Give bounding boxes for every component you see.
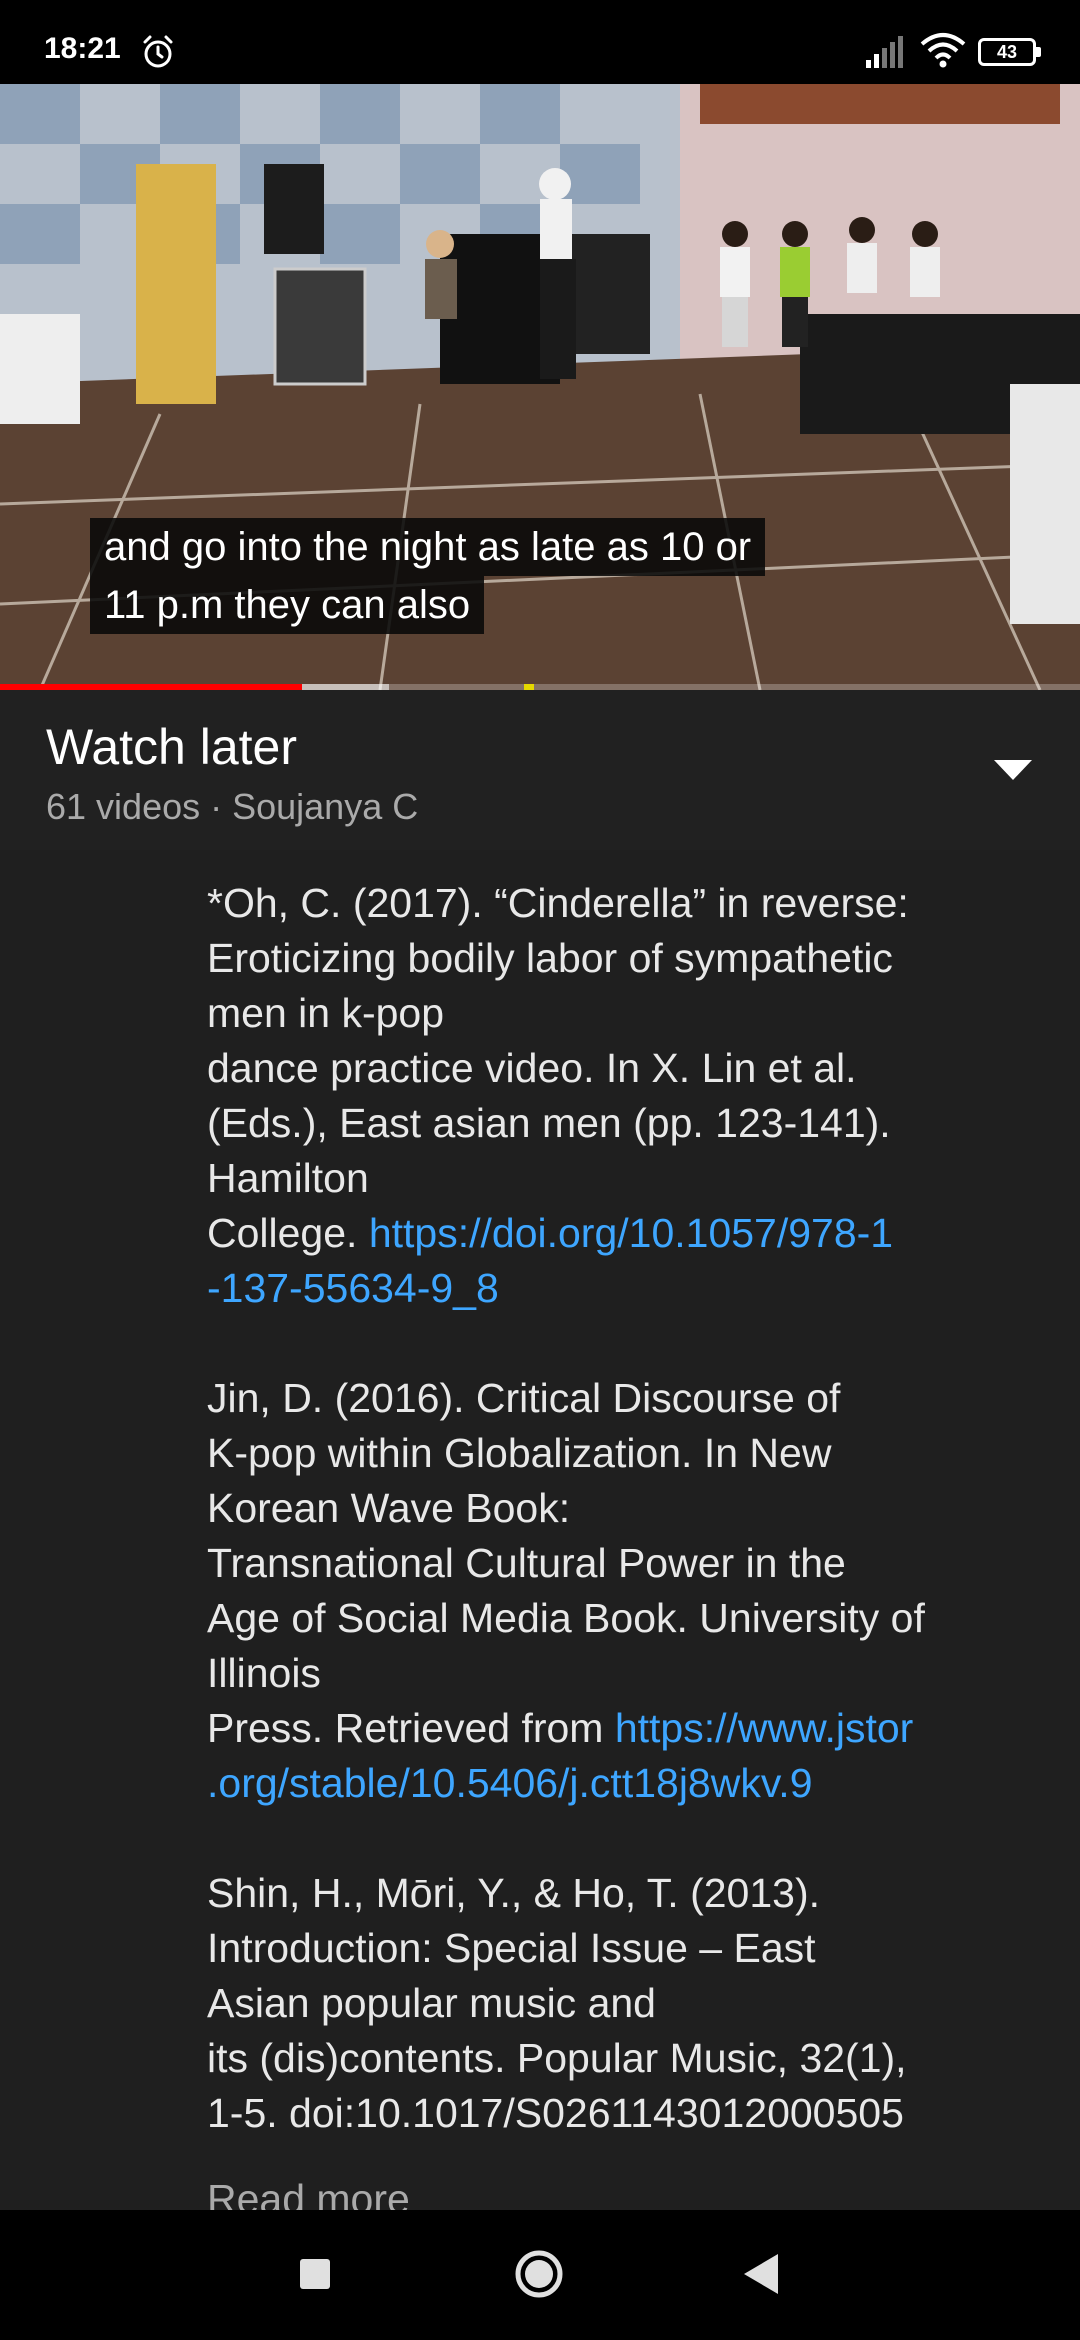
- status-time: 18:21: [44, 32, 121, 65]
- reference-line: College. https://doi.org/10.1057/978-1: [207, 1206, 1037, 1261]
- reference-line: Introduction: Special Issue – East: [207, 1925, 816, 1971]
- reference-line: Hamilton: [207, 1155, 369, 1201]
- alarm-icon: [143, 35, 173, 68]
- status-bar: 18:21 43: [0, 0, 1080, 84]
- video-player[interactable]: and go into the night as late as 10 or 1…: [0, 84, 1080, 690]
- reference-line: Press. Retrieved from https://www.jstor: [207, 1701, 1037, 1756]
- reference-line: (Eds.), East asian men (pp. 123-141).: [207, 1100, 891, 1146]
- description-fade: [0, 2150, 1080, 2210]
- reference-text: College.: [207, 1210, 369, 1256]
- battery-icon: 43: [978, 38, 1042, 66]
- doi-link[interactable]: https://doi.org/10.1057/978-1: [369, 1210, 893, 1256]
- reference-text: Press. Retrieved from: [207, 1705, 615, 1751]
- expand-playlist-icon[interactable]: [994, 760, 1032, 780]
- description-text: *Oh, C. (2017). “Cinderella” in reverse:…: [207, 876, 1037, 2196]
- reference-line: its (dis)contents. Popular Music, 32(1),: [207, 2035, 907, 2081]
- reference-line: men in k-pop: [207, 990, 445, 1036]
- playlist-header[interactable]: Watch later 61 videos · Soujanya C: [0, 690, 1080, 850]
- signal-icon: [866, 36, 903, 68]
- reference-line: Age of Social Media Book. University of: [207, 1595, 925, 1641]
- back-button[interactable]: [744, 2254, 778, 2294]
- read-more-button[interactable]: Read more: [207, 2172, 410, 2210]
- jstor-link-continued[interactable]: .org/stable/10.5406/j.ctt18j8wkv.9: [207, 1756, 1037, 1811]
- caption-line: 11 p.m they can also: [90, 576, 485, 634]
- recents-button[interactable]: [300, 2259, 330, 2289]
- reference-line: 1-5. doi:10.1017/S0261143012000505: [207, 2090, 904, 2136]
- reference-line: Transnational Cultural Power in the: [207, 1540, 846, 1586]
- jstor-link[interactable]: https://www.jstor: [615, 1705, 913, 1751]
- reference-line: *Oh, C. (2017). “Cinderella” in reverse:: [207, 880, 909, 926]
- caption-line: and go into the night as late as 10 or: [90, 518, 766, 576]
- reference-line: Asian popular music and: [207, 1980, 656, 2026]
- home-button[interactable]: [514, 2249, 564, 2299]
- battery-level: 43: [996, 42, 1018, 62]
- reference-3: Shin, H., Mōri, Y., & Ho, T. (2013). Int…: [207, 1866, 1037, 2141]
- reference-1: *Oh, C. (2017). “Cinderella” in reverse:…: [207, 876, 1037, 1316]
- video-caption: and go into the night as late as 10 or 1…: [90, 518, 766, 634]
- playlist-meta: 61 videos · Soujanya C: [46, 786, 419, 827]
- playlist-title: Watch later: [46, 719, 298, 775]
- reference-line: K-pop within Globalization. In New: [207, 1430, 832, 1476]
- reference-line: Jin, D. (2016). Critical Discourse of: [207, 1375, 841, 1421]
- reference-line: Illinois: [207, 1650, 321, 1696]
- reference-line: Korean Wave Book:: [207, 1485, 571, 1531]
- reference-2: Jin, D. (2016). Critical Discourse of K-…: [207, 1371, 1037, 1811]
- reference-line: Eroticizing bodily labor of sympathetic: [207, 935, 893, 981]
- reference-line: dance practice video. In X. Lin et al.: [207, 1045, 857, 1091]
- reference-line: Shin, H., Mōri, Y., & Ho, T. (2013).: [207, 1870, 820, 1916]
- video-description: *Oh, C. (2017). “Cinderella” in reverse:…: [0, 850, 1080, 2210]
- wifi-icon: [920, 33, 966, 68]
- doi-link-continued[interactable]: -137-55634-9_8: [207, 1261, 1037, 1316]
